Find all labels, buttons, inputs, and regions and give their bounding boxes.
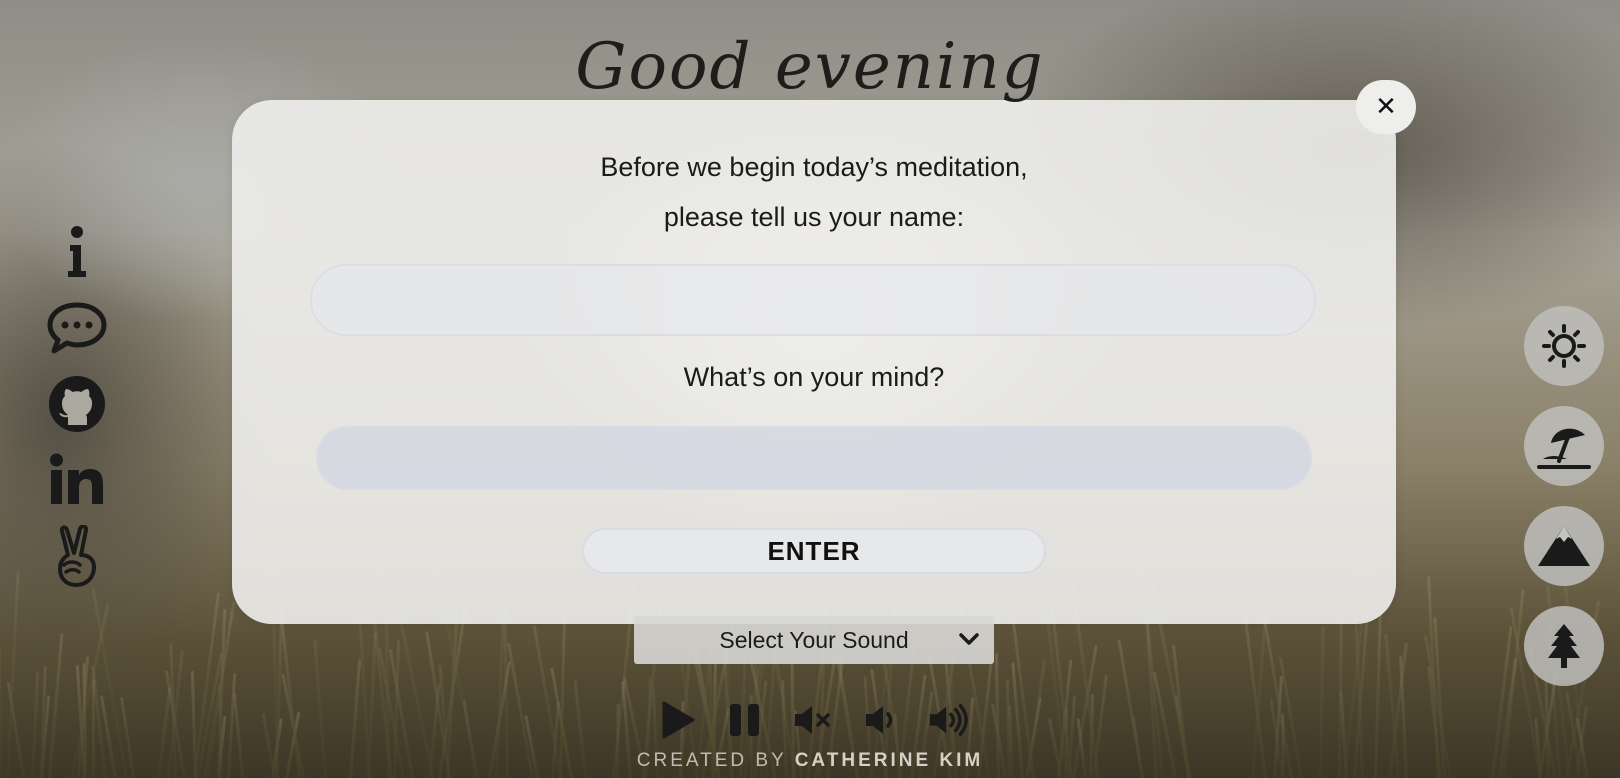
beach-theme-button[interactable]	[1524, 406, 1604, 486]
linkedin-icon	[50, 453, 103, 504]
prompt-line-2: please tell us your name:	[663, 202, 965, 232]
credit-author[interactable]: CATHERINE KIM	[795, 750, 984, 771]
peace-link[interactable]	[45, 525, 109, 587]
mind-input[interactable]	[316, 426, 1312, 490]
pause-button[interactable]	[724, 699, 766, 741]
mind-question: What’s on your mind?	[683, 362, 945, 392]
sun-theme-button[interactable]	[1524, 306, 1604, 386]
github-icon	[49, 376, 105, 432]
forest-theme-button[interactable]	[1524, 606, 1604, 686]
sound-select[interactable]: Select Your Sound	[634, 616, 994, 664]
info-link[interactable]	[45, 222, 109, 282]
play-button[interactable]	[656, 699, 698, 741]
play-icon	[662, 701, 695, 739]
volume-up-button[interactable]	[928, 699, 970, 741]
mute-button[interactable]	[792, 699, 834, 741]
beach-umbrella-icon	[1537, 428, 1591, 469]
contact-link[interactable]	[45, 298, 109, 358]
peace-hand-icon	[58, 525, 96, 587]
credit-line: CREATED BY CATHERINE KIM	[0, 750, 1620, 772]
mountain-icon	[1538, 526, 1590, 566]
close-button[interactable]: ✕	[1356, 80, 1416, 134]
close-icon: ✕	[1375, 92, 1397, 122]
sound-select-value: Select Your Sound	[719, 626, 909, 653]
mute-icon	[795, 706, 830, 734]
volume-high-icon	[929, 704, 968, 736]
tree-icon	[1548, 624, 1580, 668]
name-prompt: Before we begin today’s meditation, plea…	[232, 142, 1396, 242]
sun-icon	[1542, 324, 1586, 368]
volume-down-button[interactable]	[860, 699, 902, 741]
name-input[interactable]	[310, 264, 1316, 336]
enter-button[interactable]: ENTER	[582, 528, 1046, 574]
theme-buttons	[1524, 306, 1604, 686]
prompt-line-1: Before we begin today’s meditation,	[600, 152, 1028, 182]
chat-icon	[47, 302, 107, 354]
credit-prefix: CREATED BY	[636, 750, 787, 771]
volume-low-icon	[866, 706, 893, 734]
pause-icon	[730, 704, 759, 736]
mountain-theme-button[interactable]	[1524, 506, 1604, 586]
name-modal: Before we begin today’s meditation, plea…	[232, 100, 1396, 624]
linkedin-link[interactable]	[45, 450, 109, 510]
sound-player-controls	[656, 698, 970, 742]
chevron-down-icon	[959, 633, 979, 645]
info-icon	[68, 226, 86, 277]
social-links-sidebar	[44, 222, 110, 587]
github-link[interactable]	[45, 374, 109, 434]
